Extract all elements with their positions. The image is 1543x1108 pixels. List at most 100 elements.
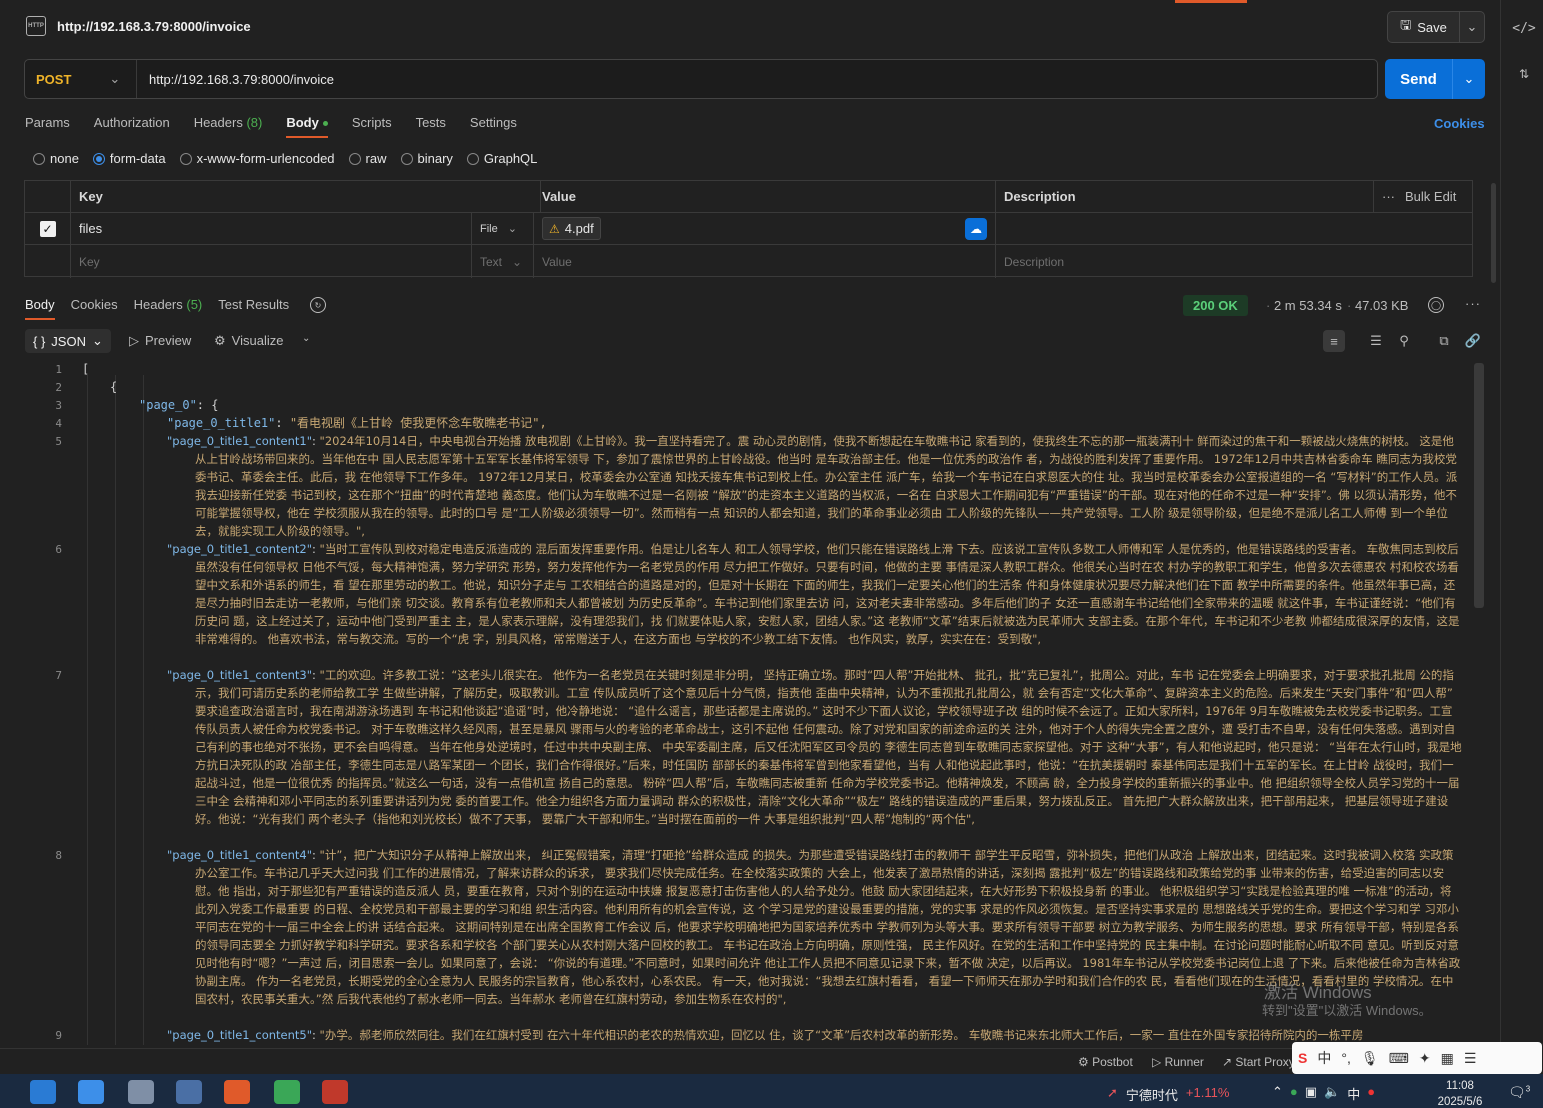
expand-icon[interactable]: ⇅ xyxy=(1516,66,1532,82)
filter-icon[interactable]: ☰ xyxy=(1365,330,1387,352)
key-input[interactable]: files xyxy=(71,213,472,244)
notification-icon[interactable]: 🗨3 xyxy=(1508,1084,1530,1101)
format-select[interactable]: { } JSON ⌄ xyxy=(25,329,111,353)
sogou-tray-icon[interactable]: ● xyxy=(1367,1084,1375,1103)
right-sidebar xyxy=(1500,0,1543,1050)
ime-language-toggle[interactable]: 中 xyxy=(1317,1048,1331,1068)
tray-language[interactable]: 中 xyxy=(1347,1084,1360,1103)
bulk-edit-button[interactable]: ··· Bulk Edit xyxy=(1374,181,1474,212)
tab-body[interactable]: Body xyxy=(286,115,328,138)
radio-x-www-form-urlencoded[interactable]: x-www-form-urlencoded xyxy=(179,151,335,166)
taskbar-app-icon[interactable] xyxy=(78,1080,104,1104)
save-options-chevron-down-icon[interactable]: ⌄ xyxy=(1460,12,1484,42)
value-input-placeholder[interactable]: Value xyxy=(534,245,996,278)
skin-icon[interactable]: ✦ xyxy=(1419,1050,1431,1067)
wrap-lines-icon[interactable]: ≡ xyxy=(1323,330,1345,352)
chevron-down-icon: ⌄ xyxy=(91,333,103,348)
braces-icon: { } xyxy=(33,333,46,349)
status-badge[interactable]: 200 OK xyxy=(1183,295,1248,316)
cloud-upload-icon[interactable]: ☁ xyxy=(965,217,987,240)
tab-headers[interactable]: Headers (8) xyxy=(194,115,263,138)
search-icon[interactable]: ⚲ xyxy=(1393,330,1415,352)
type-select[interactable]: Text ⌄ xyxy=(472,245,534,278)
runner-button[interactable]: ▷ Runner xyxy=(1152,1055,1204,1069)
punctuation-icon[interactable]: °, xyxy=(1341,1050,1351,1066)
send-options-chevron-down-icon[interactable]: ⌄ xyxy=(1453,59,1485,99)
taskbar-app-icon[interactable] xyxy=(30,1080,56,1104)
tab-authorization[interactable]: Authorization xyxy=(94,115,170,138)
response-tab-body[interactable]: Body xyxy=(25,297,55,320)
code-snippet-icon[interactable]: </> xyxy=(1512,18,1535,38)
postbot-button[interactable]: ⚙ Postbot xyxy=(1078,1055,1133,1069)
response-tab-cookies[interactable]: Cookies xyxy=(71,297,118,320)
tab-scripts[interactable]: Scripts xyxy=(352,115,392,138)
radio-binary[interactable]: binary xyxy=(400,151,453,166)
visualize-chevron-down-icon[interactable]: ⌄ xyxy=(302,333,310,344)
url-input[interactable]: http://192.168.3.79:8000/invoice xyxy=(137,72,334,87)
send-button[interactable]: Send xyxy=(1385,59,1453,99)
taskbar-app-icon[interactable] xyxy=(128,1080,154,1104)
column-value: Value xyxy=(534,181,996,212)
taskbar-app-icon[interactable] xyxy=(176,1080,202,1104)
globe-icon[interactable]: ◯ xyxy=(1428,297,1444,313)
taskbar-app-icon[interactable] xyxy=(322,1080,348,1104)
visualize-button[interactable]: ⚙ Visualize xyxy=(214,333,283,349)
more-icon: ··· xyxy=(1382,189,1395,204)
wechat-icon[interactable]: ● xyxy=(1290,1084,1298,1103)
response-size[interactable]: · 47.03 KB xyxy=(1347,298,1408,313)
save-button[interactable]: 🖫 Save xyxy=(1388,12,1460,42)
warning-icon: ⚠ xyxy=(549,221,560,236)
file-chip[interactable]: ⚠ 4.pdf xyxy=(542,217,601,240)
response-tab-test-results[interactable]: Test Results xyxy=(218,297,289,320)
start-proxy-button[interactable]: ↗ Start Proxy xyxy=(1222,1055,1295,1069)
radio-form-data[interactable]: form-data xyxy=(92,151,166,166)
save-label: Save xyxy=(1417,19,1447,35)
response-tabs: Body Cookies Headers (5) Test Results xyxy=(25,297,289,320)
headers-count: (8) xyxy=(246,115,263,130)
request-scrollbar[interactable] xyxy=(1491,183,1496,283)
preview-button[interactable]: ▷ Preview xyxy=(129,333,191,349)
link-icon[interactable]: 🔗 xyxy=(1462,330,1484,352)
stock-widget[interactable]: ➚ 宁德时代 +1.11% xyxy=(1107,1085,1229,1104)
radio-graphql[interactable]: GraphQL xyxy=(466,151,537,166)
type-select[interactable]: File ⌄ xyxy=(472,213,534,244)
keyboard-icon[interactable]: ⌨ xyxy=(1389,1050,1409,1067)
volume-icon[interactable]: 🔈 xyxy=(1324,1084,1340,1103)
body-indicator-dot xyxy=(322,121,328,127)
stock-trend-icon: ➚ xyxy=(1107,1085,1118,1100)
tab-settings[interactable]: Settings xyxy=(470,115,517,138)
active-tab-indicator xyxy=(1175,0,1247,3)
system-tray: ⌃ ● ▣ 🔈 中 ● xyxy=(1272,1084,1375,1103)
network-icon[interactable]: ▣ xyxy=(1305,1084,1317,1103)
url-bar: POST ⌄ http://192.168.3.79:8000/invoice xyxy=(24,59,1378,99)
microphone-icon[interactable]: 🎙 xyxy=(1361,1050,1379,1067)
tab-tests[interactable]: Tests xyxy=(416,115,446,138)
chevron-up-icon[interactable]: ⌃ xyxy=(1272,1084,1283,1103)
response-time[interactable]: · 2 m 53.34 s xyxy=(1266,298,1342,313)
description-input-placeholder[interactable]: Description xyxy=(996,245,1474,278)
response-tab-headers[interactable]: Headers (5) xyxy=(134,297,203,320)
radio-none[interactable]: none xyxy=(33,151,79,166)
cookies-link[interactable]: Cookies xyxy=(1434,116,1485,131)
description-input[interactable] xyxy=(996,213,1474,244)
save-button-group: 🖫 Save ⌄ xyxy=(1387,11,1485,43)
code-scrollbar[interactable] xyxy=(1474,363,1484,608)
copy-icon[interactable]: ⧉ xyxy=(1433,330,1455,352)
key-input-placeholder[interactable]: Key xyxy=(71,245,472,278)
http-request-icon: HTTP xyxy=(26,16,46,36)
send-button-group: Send ⌄ xyxy=(1385,59,1485,99)
response-code-view[interactable]: 1 [ 2 { 3 "page_0": { 4 "page_0_title1":… xyxy=(0,360,1472,1045)
row-enabled-checkbox[interactable]: ✓ xyxy=(39,220,56,237)
postman-taskbar-icon[interactable] xyxy=(224,1080,250,1104)
method-select[interactable]: POST ⌄ xyxy=(25,60,137,98)
history-icon[interactable]: ↻ xyxy=(310,297,326,313)
taskbar-clock[interactable]: 11:08 2025/5/6 xyxy=(1430,1078,1490,1108)
ime-logo-icon[interactable]: S xyxy=(1298,1050,1307,1066)
taskbar-app-icon[interactable] xyxy=(274,1080,300,1104)
more-options-icon[interactable]: ··· xyxy=(1465,296,1481,311)
tab-params[interactable]: Params xyxy=(25,115,70,138)
ime-menu-icon[interactable]: ☰ xyxy=(1464,1050,1477,1067)
radio-raw[interactable]: raw xyxy=(348,151,387,166)
request-title[interactable]: http://192.168.3.79:8000/invoice xyxy=(57,19,251,34)
grid-icon[interactable]: ▦ xyxy=(1441,1050,1454,1067)
